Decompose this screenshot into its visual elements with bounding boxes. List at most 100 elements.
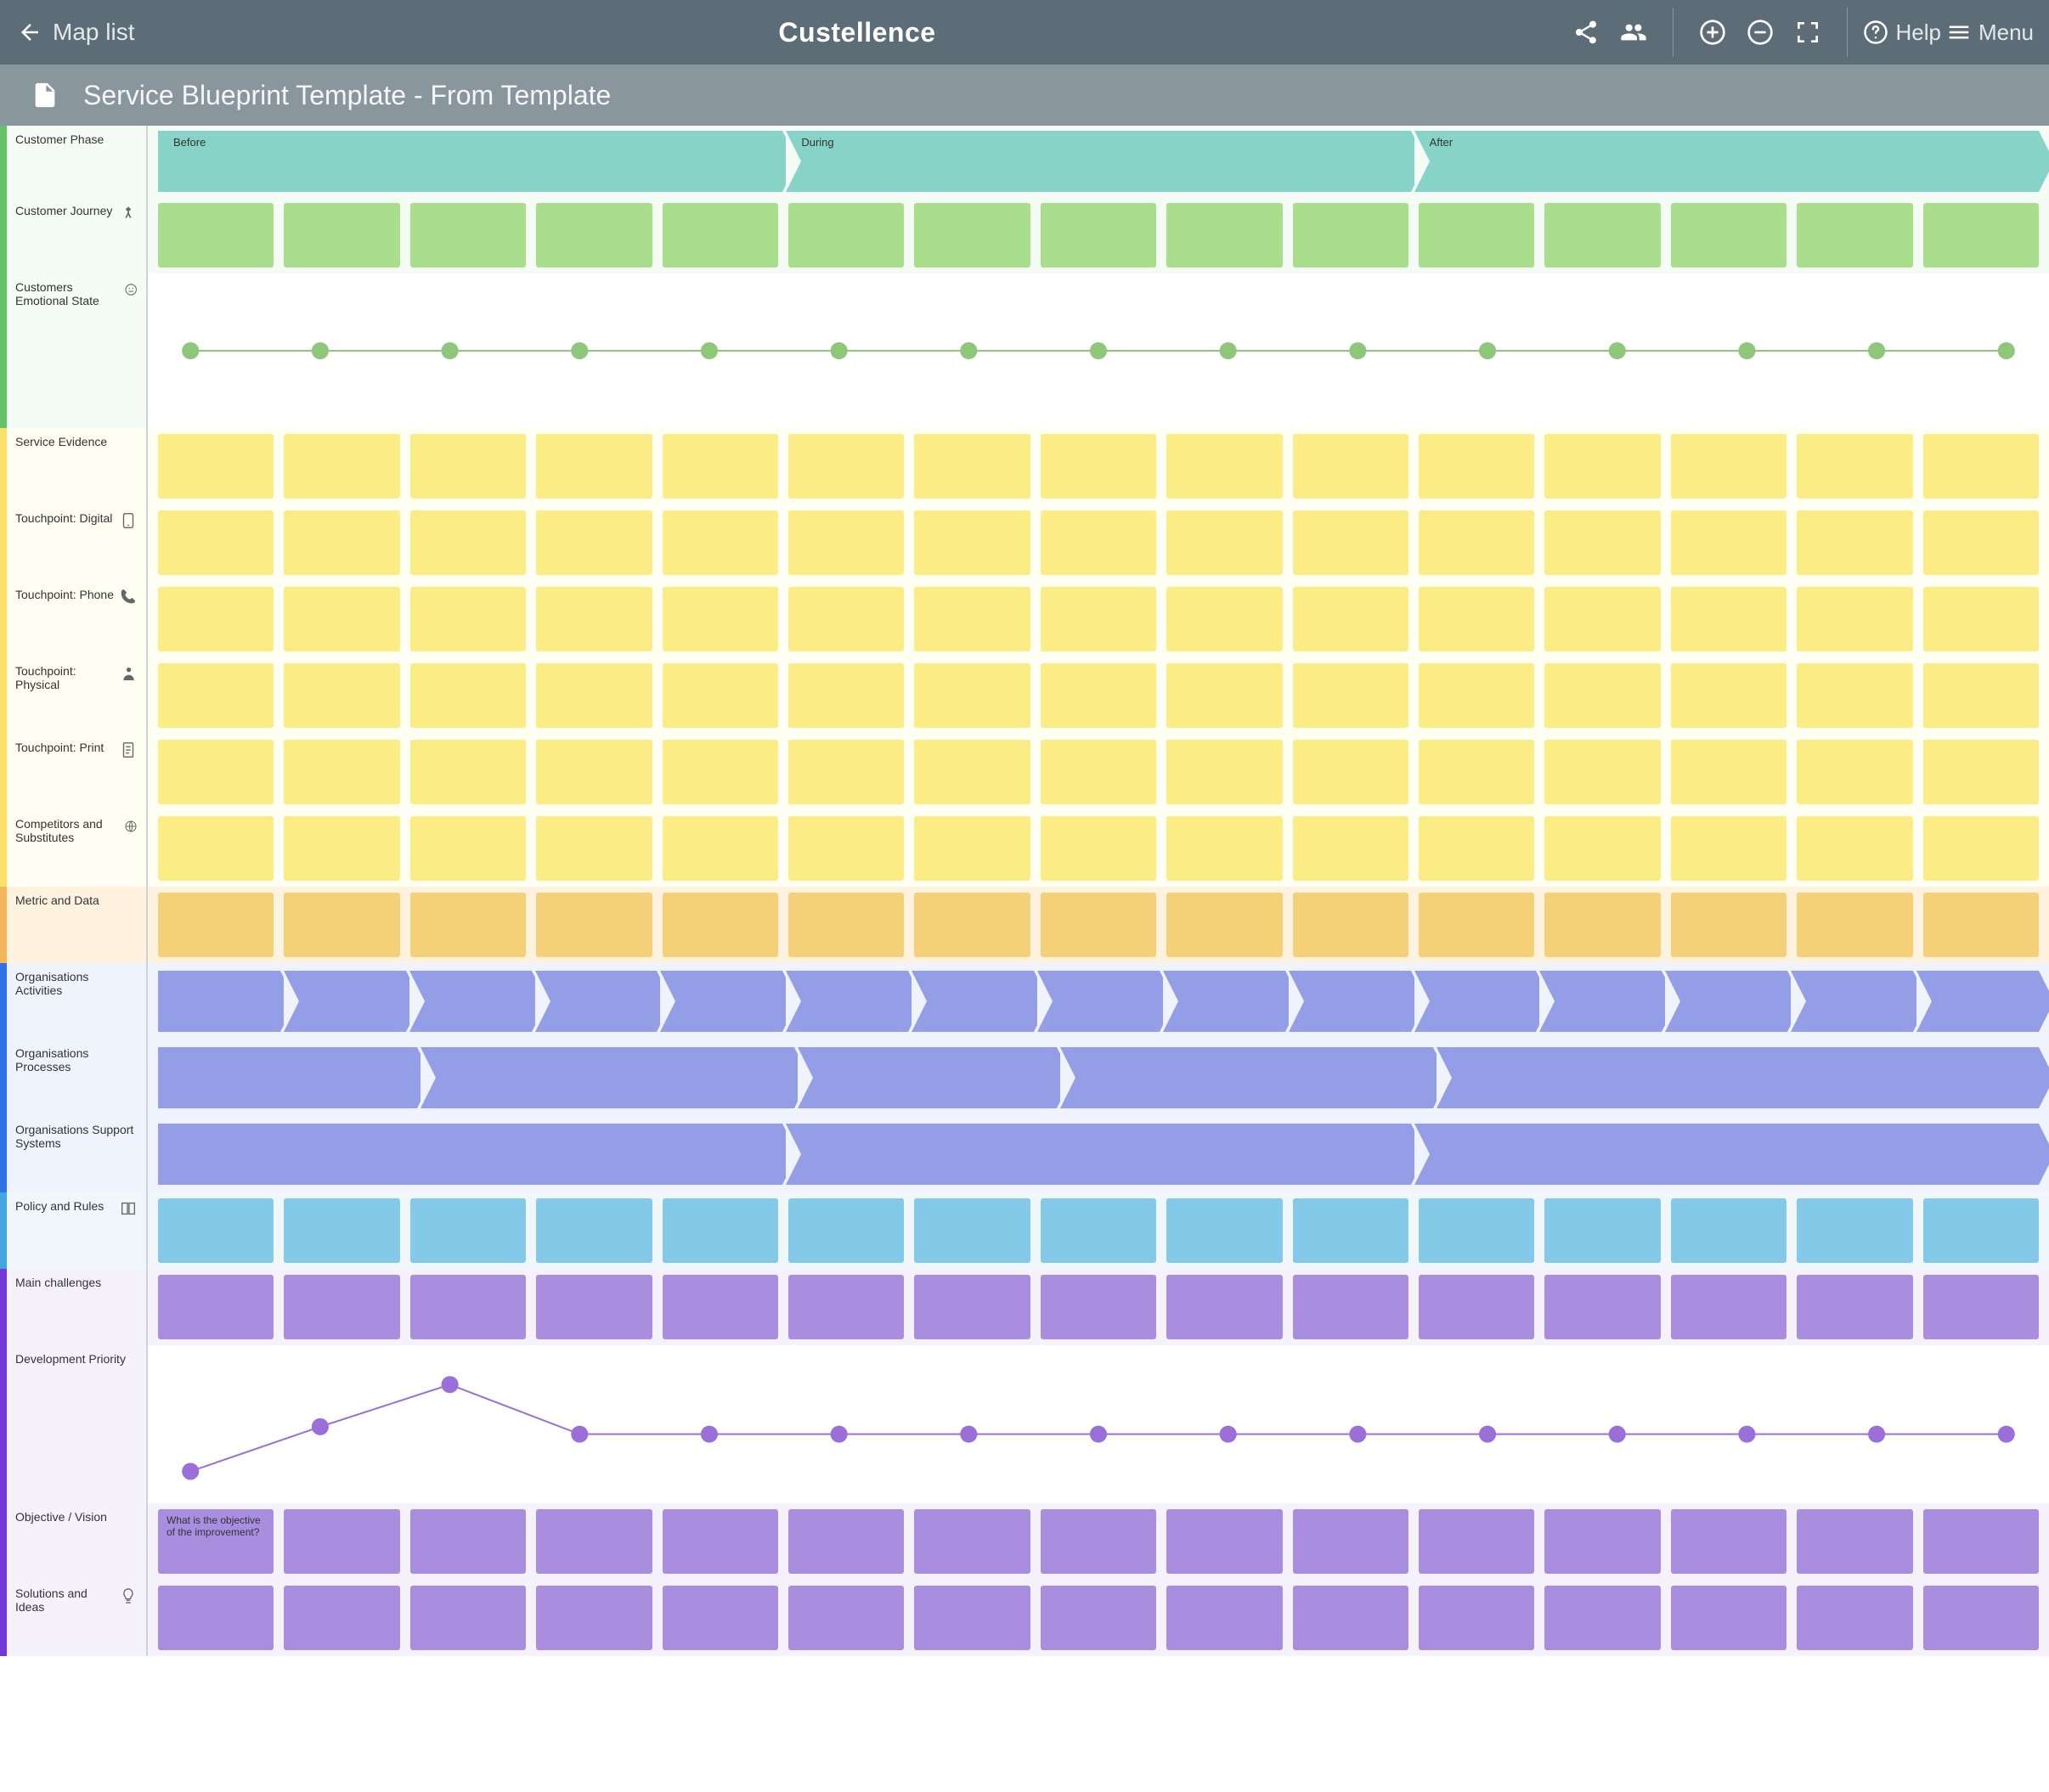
card[interactable] [788, 434, 904, 499]
card[interactable] [1166, 816, 1282, 881]
card[interactable] [1041, 510, 1156, 575]
menu-button[interactable]: Menu [1946, 20, 2034, 46]
card[interactable] [1797, 1275, 1912, 1339]
curve-node[interactable] [182, 1462, 199, 1479]
card[interactable] [1797, 663, 1912, 728]
card[interactable] [536, 1509, 652, 1574]
card[interactable] [1671, 1198, 1787, 1263]
card[interactable] [1544, 203, 1660, 268]
card[interactable] [1419, 510, 1534, 575]
curve-node[interactable] [1998, 342, 2015, 359]
lane-label-touchpoint_digital[interactable]: Touchpoint: Digital [7, 504, 148, 581]
card[interactable] [1544, 587, 1660, 651]
card[interactable] [788, 203, 904, 268]
card[interactable] [1041, 434, 1156, 499]
card[interactable] [284, 434, 399, 499]
card[interactable] [1923, 434, 2039, 499]
lane-main_challenges[interactable] [148, 1269, 2049, 1345]
card[interactable] [1293, 893, 1408, 957]
card[interactable] [1419, 434, 1534, 499]
chevron[interactable] [660, 971, 782, 1032]
chevron[interactable] [912, 971, 1034, 1032]
card[interactable] [663, 1198, 778, 1263]
card[interactable] [1293, 816, 1408, 881]
card[interactable] [536, 1198, 652, 1263]
card[interactable] [1041, 1198, 1156, 1263]
curve-node[interactable] [960, 342, 977, 359]
card[interactable] [410, 1509, 526, 1574]
lane-policy_rules[interactable] [148, 1192, 2049, 1269]
card[interactable] [284, 893, 399, 957]
map-canvas[interactable]: Customer PhaseBeforeDuringAfterCustomer … [0, 126, 2049, 1656]
card[interactable] [410, 434, 526, 499]
card[interactable] [1419, 893, 1534, 957]
chevron[interactable] [1437, 1047, 2039, 1108]
card[interactable] [1544, 893, 1660, 957]
curve-node[interactable] [312, 342, 329, 359]
card[interactable] [410, 1198, 526, 1263]
card[interactable] [1166, 1275, 1282, 1339]
share-icon[interactable] [1572, 19, 1600, 46]
lane-emotional_state[interactable] [148, 273, 2049, 428]
card[interactable] [1923, 203, 2039, 268]
card[interactable] [1797, 434, 1912, 499]
lane-label-main_challenges[interactable]: Main challenges [7, 1269, 148, 1345]
card[interactable] [536, 510, 652, 575]
card[interactable] [1923, 1586, 2039, 1650]
card[interactable] [536, 434, 652, 499]
curve-node[interactable] [1868, 1426, 1885, 1443]
card[interactable] [1671, 587, 1787, 651]
card[interactable] [1041, 203, 1156, 268]
card[interactable] [1797, 203, 1912, 268]
curve-node[interactable] [1738, 1426, 1755, 1443]
curve-node[interactable] [571, 1426, 588, 1443]
card[interactable] [1797, 740, 1912, 804]
card[interactable] [410, 587, 526, 651]
card[interactable] [1419, 1509, 1534, 1574]
chevron[interactable] [158, 1047, 417, 1108]
card[interactable] [1166, 203, 1282, 268]
zoom-out-icon[interactable] [1747, 19, 1774, 46]
card[interactable] [1923, 893, 2039, 957]
curve-node[interactable] [1349, 1426, 1366, 1443]
card[interactable] [1293, 587, 1408, 651]
card[interactable]: What is the objective of the improvement… [158, 1509, 274, 1574]
card[interactable] [1923, 740, 2039, 804]
card[interactable] [1293, 1509, 1408, 1574]
lane-label-service_evidence[interactable]: Service Evidence [7, 428, 148, 504]
card[interactable] [158, 1586, 274, 1650]
chevron[interactable] [421, 1047, 794, 1108]
card[interactable] [1544, 1198, 1660, 1263]
card[interactable] [914, 434, 1030, 499]
phase-during[interactable]: During [786, 131, 1410, 192]
card[interactable] [1419, 663, 1534, 728]
card[interactable] [284, 1198, 399, 1263]
card[interactable] [1041, 893, 1156, 957]
chevron[interactable] [1539, 971, 1662, 1032]
phase-after[interactable]: After [1414, 131, 2039, 192]
lane-dev_priority[interactable] [148, 1345, 2049, 1503]
lane-label-touchpoint_print[interactable]: Touchpoint: Print [7, 734, 148, 810]
card[interactable] [1797, 816, 1912, 881]
lane-touchpoint_physical[interactable] [148, 657, 2049, 734]
card[interactable] [410, 740, 526, 804]
zoom-in-icon[interactable] [1699, 19, 1726, 46]
card[interactable] [1923, 587, 2039, 651]
lane-label-customer_journey[interactable]: Customer Journey [7, 197, 148, 273]
help-button[interactable]: Help [1863, 20, 1940, 46]
card[interactable] [1041, 740, 1156, 804]
card[interactable] [1923, 510, 2039, 575]
lane-competitors[interactable] [148, 810, 2049, 887]
card[interactable] [1923, 1275, 2039, 1339]
chevron[interactable] [1163, 971, 1285, 1032]
card[interactable] [1544, 434, 1660, 499]
card[interactable] [663, 1275, 778, 1339]
curve-node[interactable] [442, 1376, 459, 1393]
fullscreen-icon[interactable] [1794, 19, 1821, 46]
card[interactable] [914, 587, 1030, 651]
phase-before[interactable]: Before [158, 131, 782, 192]
curve-node[interactable] [831, 342, 848, 359]
card[interactable] [788, 510, 904, 575]
card[interactable] [1293, 1586, 1408, 1650]
card[interactable] [1923, 1198, 2039, 1263]
